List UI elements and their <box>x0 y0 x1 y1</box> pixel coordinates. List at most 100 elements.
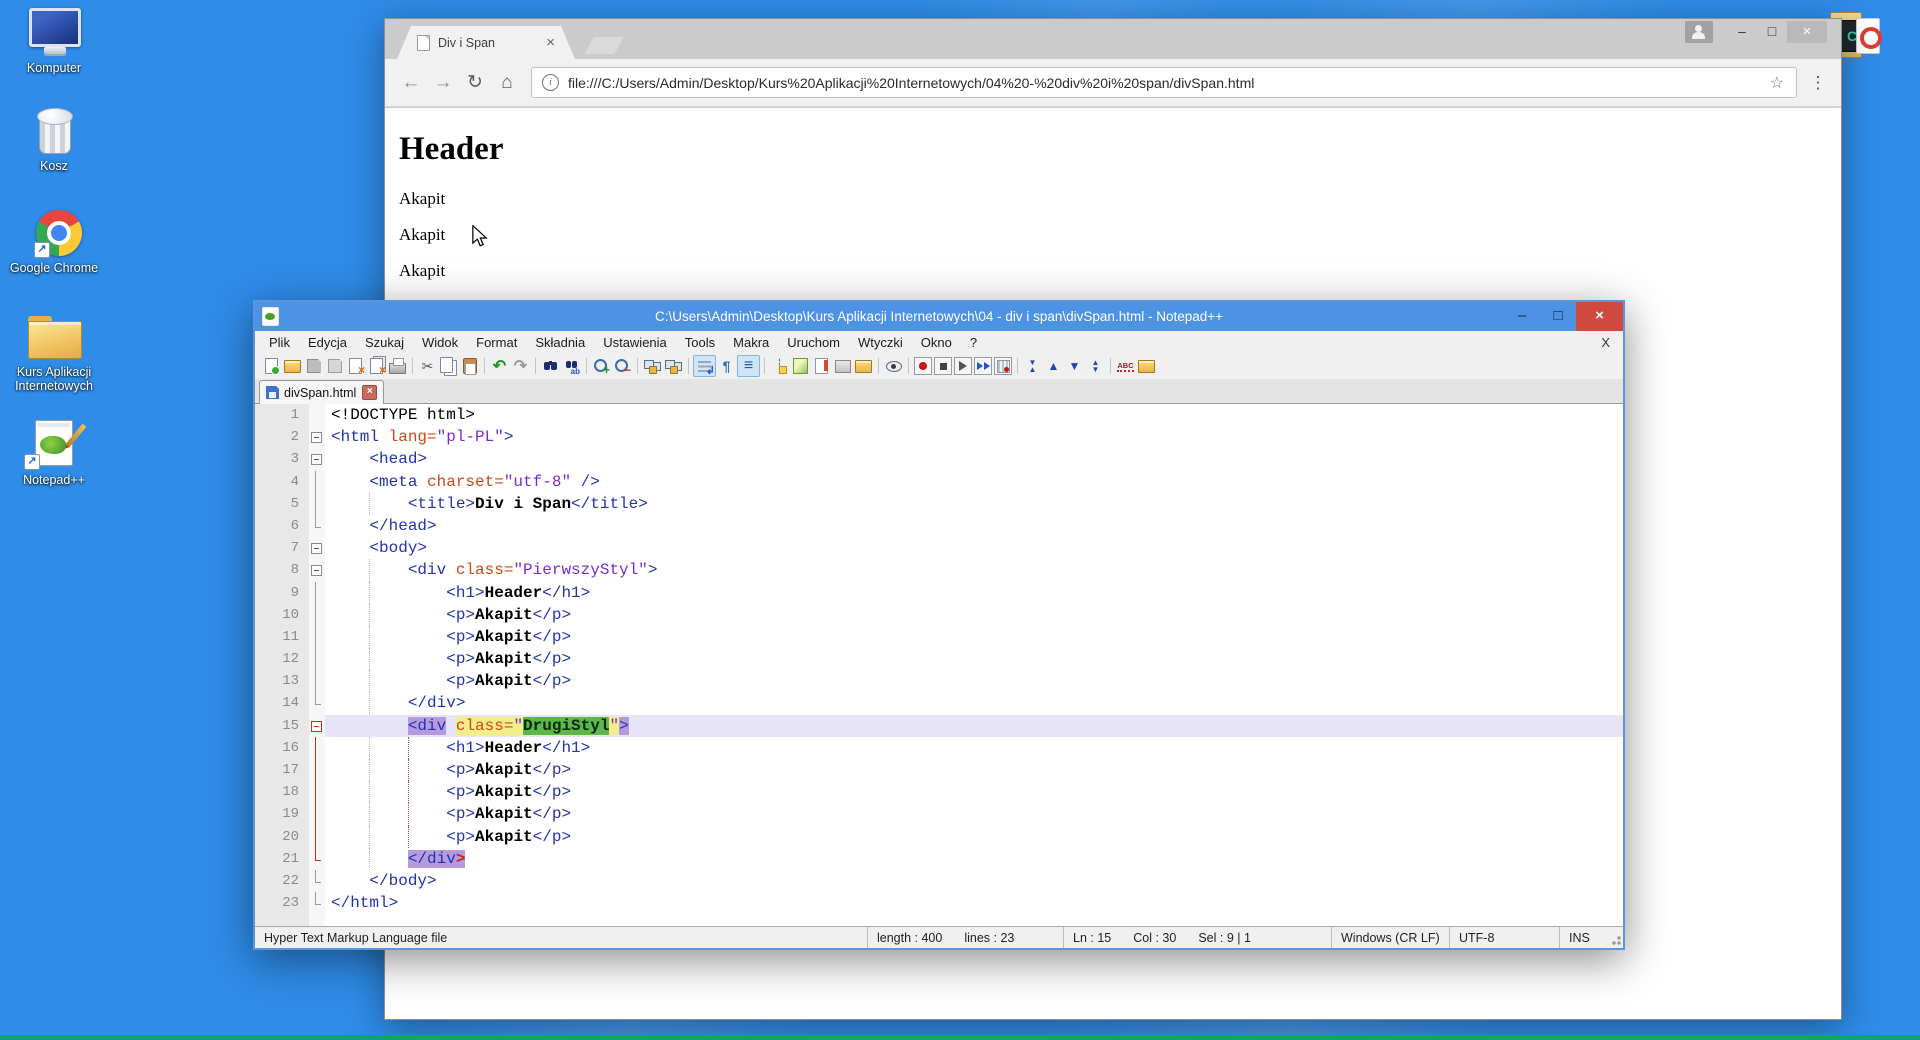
resize-grip[interactable] <box>1607 927 1623 948</box>
new-tab-button[interactable] <box>584 37 623 54</box>
stop-macro-icon[interactable] <box>934 357 952 375</box>
desktop-icon-cluster[interactable]: C <box>1830 8 1920 98</box>
code-line[interactable]: 8 <div class="PierwszyStyl"> <box>255 559 1623 581</box>
sync-v-icon[interactable] <box>643 356 662 376</box>
cut-icon[interactable] <box>418 356 437 376</box>
code-line[interactable]: 7 <body> <box>255 537 1623 559</box>
save-icon[interactable] <box>304 356 323 376</box>
document-close-button[interactable]: X <box>1601 335 1610 350</box>
code-line[interactable]: 10 <p>Akapit</p> <box>255 604 1623 626</box>
doc-switcher-icon[interactable] <box>833 356 852 376</box>
back-icon[interactable]: ← <box>397 72 425 94</box>
word-wrap-icon[interactable] <box>693 355 716 377</box>
menu-widok[interactable]: Widok <box>413 335 467 350</box>
notepad-maximize-button[interactable]: □ <box>1540 302 1576 331</box>
menu-tools[interactable]: Tools <box>676 335 724 350</box>
unfold-all-icon[interactable] <box>1086 356 1105 376</box>
code-line[interactable]: 4 <meta charset="utf-8" /> <box>255 471 1623 493</box>
code-line[interactable]: 1<!DOCTYPE html> <box>255 404 1623 426</box>
menu-szukaj[interactable]: Szukaj <box>356 335 413 350</box>
code-line[interactable]: 14 </div> <box>255 692 1623 714</box>
menu-?[interactable]: ? <box>961 335 986 350</box>
close-all-icon[interactable] <box>367 356 386 376</box>
app-icon-red[interactable] <box>1856 18 1880 54</box>
browser-close-button[interactable]: × <box>1787 21 1827 43</box>
desktop-icon-google-chrome[interactable]: ↗Google Chrome <box>4 210 104 275</box>
new-file-icon[interactable] <box>262 356 281 376</box>
code-line[interactable]: 13 <p>Akapit</p> <box>255 670 1623 692</box>
project-icon[interactable] <box>1137 356 1156 376</box>
zoom-out-icon[interactable] <box>613 356 632 376</box>
code-line[interactable]: 16 <h1>Header</h1> <box>255 737 1623 759</box>
code-line[interactable]: 9 <h1>Header</h1> <box>255 582 1623 604</box>
replace-icon[interactable] <box>562 356 581 376</box>
show-all-chars-icon[interactable] <box>737 355 760 377</box>
save-all-icon[interactable] <box>325 356 344 376</box>
code-line[interactable]: 2<html lang="pl-PL"> <box>255 426 1623 448</box>
code-line[interactable]: 5 <title>Div i Span</title> <box>255 493 1623 515</box>
copy-icon[interactable] <box>439 356 458 376</box>
forward-icon[interactable]: → <box>429 72 457 94</box>
code-line[interactable]: 17 <p>Akapit</p> <box>255 759 1623 781</box>
desktop-icon-kurs-aplikacji-internetowych[interactable]: Kurs Aplikacji Internetowych <box>4 312 104 393</box>
eye-icon[interactable] <box>884 356 903 376</box>
menu-wtyczki[interactable]: Wtyczki <box>849 335 912 350</box>
menu-składnia[interactable]: Składnia <box>526 335 594 350</box>
url-text[interactable]: file:///C:/Users/Admin/Desktop/Kurs%20Ap… <box>568 75 1768 91</box>
code-line[interactable]: 6 </head> <box>255 515 1623 537</box>
home-icon[interactable]: ⌂ <box>493 72 521 94</box>
menu-format[interactable]: Format <box>467 335 526 350</box>
code-line[interactable]: 3 <head> <box>255 448 1623 470</box>
code-line[interactable]: 12 <p>Akapit</p> <box>255 648 1623 670</box>
spell-check-icon[interactable] <box>1116 356 1135 376</box>
tab-close-icon[interactable]: × <box>546 35 555 50</box>
print-icon[interactable] <box>388 356 407 376</box>
bookmark-star-icon[interactable]: ☆ <box>1770 73 1784 93</box>
find-icon[interactable] <box>541 356 560 376</box>
close-icon[interactable] <box>346 356 365 376</box>
document-tab[interactable]: divSpan.html × <box>259 380 384 404</box>
menu-makra[interactable]: Makra <box>724 335 778 350</box>
redo-icon[interactable] <box>511 356 530 376</box>
doc-map-icon[interactable] <box>812 356 831 376</box>
sync-h-icon[interactable] <box>664 356 683 376</box>
menu-plik[interactable]: Plik <box>260 335 299 350</box>
undo-icon[interactable] <box>490 356 509 376</box>
zoom-in-icon[interactable] <box>592 356 611 376</box>
page-info-icon[interactable]: i <box>542 74 559 91</box>
code-line[interactable]: 11 <p>Akapit</p> <box>255 626 1623 648</box>
save-macro-icon[interactable] <box>994 357 1012 375</box>
reload-icon[interactable]: ↻ <box>461 71 489 94</box>
code-editor[interactable]: 1<!DOCTYPE html>2<html lang="pl-PL">3 <h… <box>255 404 1623 926</box>
fold-all-icon[interactable] <box>1023 356 1042 376</box>
show-paragraph-icon[interactable] <box>717 356 736 376</box>
code-line[interactable]: 21 </div> <box>255 848 1623 870</box>
menu-uruchom[interactable]: Uruchom <box>778 335 849 350</box>
fold-toggle-icon[interactable] <box>309 559 325 581</box>
desktop-icon-notepad-plus-plus[interactable]: ↗Notepad++ <box>4 420 104 487</box>
notepad-close-button[interactable]: × <box>1576 302 1623 331</box>
run-multi-icon[interactable] <box>974 357 992 375</box>
browser-minimize-button[interactable]: – <box>1727 21 1757 43</box>
paste-icon[interactable] <box>460 356 479 376</box>
menu-okno[interactable]: Okno <box>912 335 961 350</box>
menu-ustawienia[interactable]: Ustawienia <box>594 335 676 350</box>
record-macro-icon[interactable] <box>914 357 932 375</box>
desktop-icon-komputer[interactable]: Komputer <box>4 8 104 75</box>
fold-down-icon[interactable] <box>1065 356 1084 376</box>
code-line[interactable]: 19 <p>Akapit</p> <box>255 803 1623 825</box>
browser-menu-icon[interactable]: ⋮ <box>1807 73 1829 93</box>
profile-icon[interactable] <box>1685 21 1713 43</box>
browser-maximize-button[interactable]: □ <box>1757 21 1787 43</box>
play-macro-icon[interactable] <box>954 357 972 375</box>
fold-toggle-icon[interactable] <box>309 448 325 470</box>
code-line[interactable]: 23</html> <box>255 892 1623 914</box>
url-bar[interactable]: i file:///C:/Users/Admin/Desktop/Kurs%20… <box>531 67 1797 98</box>
code-line[interactable]: 18 <p>Akapit</p> <box>255 781 1623 803</box>
document-tab-close-icon[interactable]: × <box>362 385 377 400</box>
notepad-minimize-button[interactable]: – <box>1504 302 1540 331</box>
fold-toggle-icon[interactable] <box>309 426 325 448</box>
code-line[interactable]: 22 </body> <box>255 870 1623 892</box>
fold-toggle-icon[interactable] <box>309 537 325 559</box>
indent-guide-icon[interactable] <box>770 356 789 376</box>
